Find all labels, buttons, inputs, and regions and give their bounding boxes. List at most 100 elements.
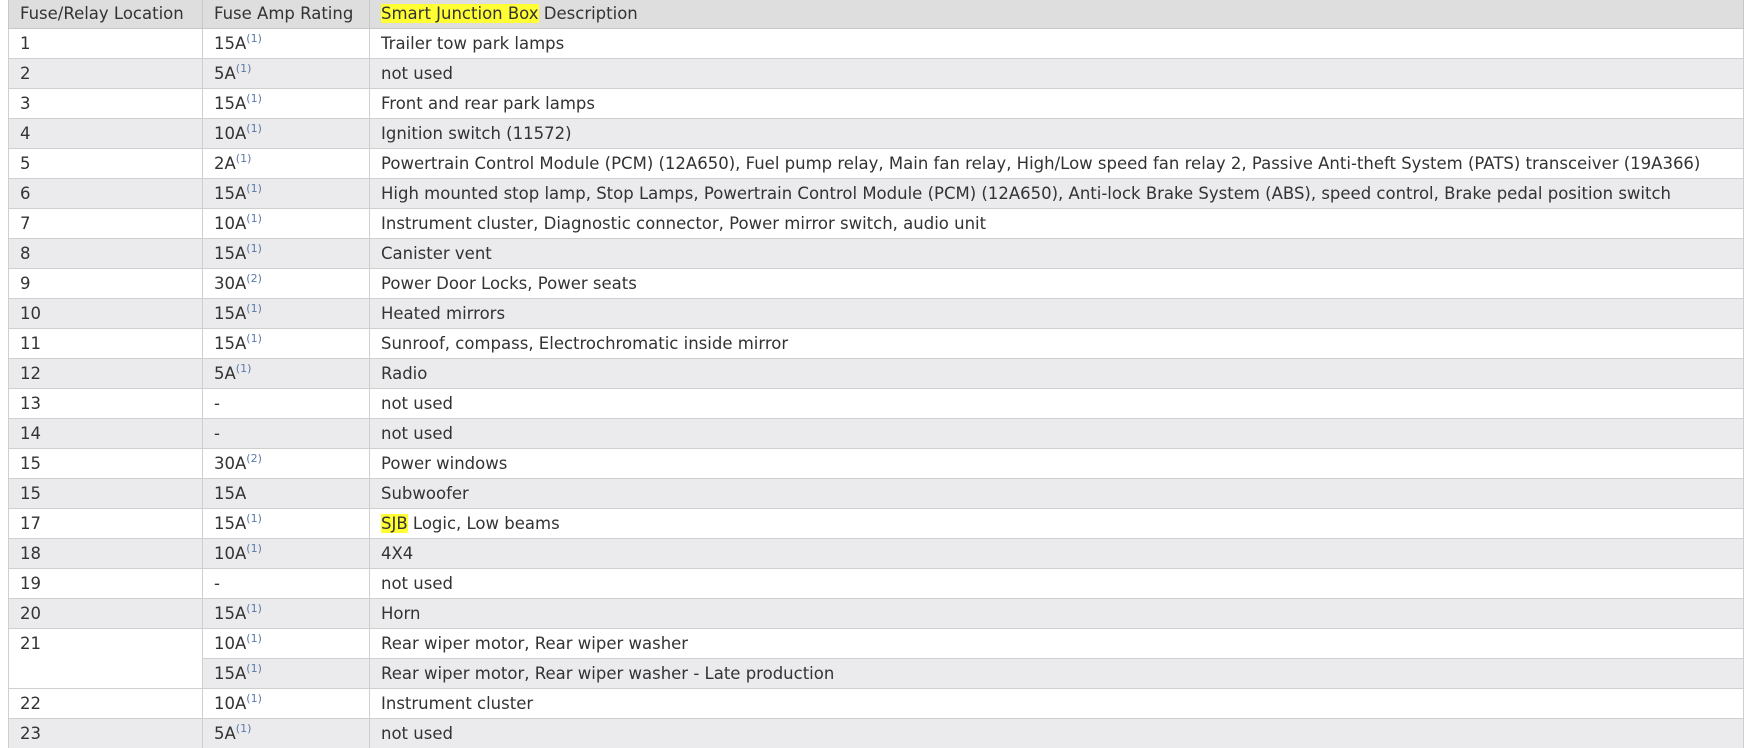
- table-row: 20 15A(1) Horn: [8, 598, 1744, 629]
- description-cell: Sunroof, compass, Electrochromatic insid…: [369, 328, 1744, 359]
- amp-cell: 5A(1): [202, 58, 370, 89]
- description-cell: Trailer tow park lamps: [369, 28, 1744, 59]
- description-cell: 4X4: [369, 538, 1744, 569]
- amp-cell: 2A(1): [202, 148, 370, 179]
- location-cell: 15: [8, 448, 203, 479]
- footnote-ref: (1): [246, 182, 262, 195]
- description-cell: Power Door Locks, Power seats: [369, 268, 1744, 299]
- fuse-table: Fuse/Relay Location Fuse Amp Rating Smar…: [8, 0, 1744, 748]
- description-cell: Canister vent: [369, 238, 1744, 269]
- footnote-ref: (1): [246, 212, 262, 225]
- amp-cell: 15A(1): [202, 238, 370, 269]
- table-row: 18 10A(1) 4X4: [8, 538, 1744, 569]
- location-cell: 12: [8, 358, 203, 389]
- header-amp-rating: Fuse Amp Rating: [202, 0, 370, 29]
- description-cell: not used: [369, 388, 1744, 419]
- table-row: 11 15A(1) Sunroof, compass, Electrochrom…: [8, 328, 1744, 359]
- table-row: 21 10A(1) Rear wiper motor, Rear wiper w…: [8, 628, 1744, 689]
- footnote-ref: (1): [246, 512, 262, 525]
- location-cell: 22: [8, 688, 203, 719]
- table-row: 3 15A(1) Front and rear park lamps: [8, 88, 1744, 119]
- table-row: 9 30A(2) Power Door Locks, Power seats: [8, 268, 1744, 299]
- footnote-ref: (2): [246, 452, 262, 465]
- table-row: 15 30A(2) Power windows: [8, 448, 1744, 479]
- table-row: 19 - not used: [8, 568, 1744, 599]
- description-cell: Front and rear park lamps: [369, 88, 1744, 119]
- amp-cell: 10A(1): [202, 208, 370, 239]
- footnote-ref: (1): [235, 152, 252, 165]
- search-highlight: Smart Junction Box: [381, 4, 539, 23]
- location-cell: 7: [8, 208, 203, 239]
- table-row: 15A(1) Rear wiper motor, Rear wiper wash…: [9, 658, 1744, 689]
- footnote-ref: (1): [246, 692, 262, 705]
- amp-cell: 5A(1): [202, 718, 370, 748]
- description-cell: not used: [369, 718, 1744, 748]
- amp-cell: 15A(1): [202, 28, 370, 59]
- location-cell: 10: [8, 298, 203, 329]
- description-cell: Instrument cluster, Diagnostic connector…: [369, 208, 1744, 239]
- table-row: 10 15A(1) Heated mirrors: [8, 298, 1744, 329]
- location-cell: 18: [8, 538, 203, 569]
- amp-cell: 5A(1): [202, 358, 370, 389]
- footnote-ref: (1): [246, 242, 262, 255]
- table-row: 7 10A(1) Instrument cluster, Diagnostic …: [8, 208, 1744, 239]
- table-row: 8 15A(1) Canister vent: [8, 238, 1744, 269]
- location-cell: 9: [8, 268, 203, 299]
- location-cell: 14: [8, 418, 203, 449]
- location-cell: 11: [8, 328, 203, 359]
- description-cell: not used: [369, 568, 1744, 599]
- amp-cell: 10A(1): [202, 688, 370, 719]
- description-cell: Ignition switch (11572): [369, 118, 1744, 149]
- location-cell: 4: [8, 118, 203, 149]
- footnote-ref: (1): [246, 602, 262, 615]
- description-cell: not used: [369, 58, 1744, 89]
- location-cell: 8: [8, 238, 203, 269]
- amp-cell: 10A(1): [202, 538, 370, 569]
- footnote-ref: (1): [235, 362, 252, 375]
- amp-cell: -: [202, 418, 370, 449]
- location-cell: 2: [8, 58, 203, 89]
- footnote-ref: (1): [246, 632, 262, 645]
- amp-cell: 15A(1): [202, 178, 370, 209]
- footnote-ref: (1): [246, 302, 262, 315]
- location-cell: 19: [8, 568, 203, 599]
- description-cell: Power windows: [369, 448, 1744, 479]
- location-cell: 20: [8, 598, 203, 629]
- footnote-ref: (2): [246, 272, 262, 285]
- table-row: 2 5A(1) not used: [8, 58, 1744, 89]
- table-row: 14 - not used: [8, 418, 1744, 449]
- description-cell: Heated mirrors: [369, 298, 1744, 329]
- footnote-ref: (1): [246, 122, 262, 135]
- location-cell: 3: [8, 88, 203, 119]
- table-row: 12 5A(1) Radio: [8, 358, 1744, 389]
- footnote-ref: (1): [246, 542, 262, 555]
- footnote-ref: (1): [246, 332, 262, 345]
- table-row: 4 10A(1) Ignition switch (11572): [8, 118, 1744, 149]
- amp-cell: 30A(2): [202, 448, 370, 479]
- description-cell: not used: [369, 418, 1744, 449]
- location-cell: 5: [8, 148, 203, 179]
- table-row: 15 15A Subwoofer: [8, 478, 1744, 509]
- description-cell: SJB Logic, Low beams: [369, 508, 1744, 539]
- table-row: 13 - not used: [8, 388, 1744, 419]
- location-cell: 23: [8, 718, 203, 748]
- description-cell: Radio: [369, 358, 1744, 389]
- description-cell: Horn: [369, 598, 1744, 629]
- amp-cell: 30A(2): [202, 268, 370, 299]
- table-row: 6 15A(1) High mounted stop lamp, Stop La…: [8, 178, 1744, 209]
- amp-cell: 15A(1): [202, 598, 370, 629]
- amp-cell: -: [202, 568, 370, 599]
- location-cell: 21: [8, 628, 203, 689]
- footnote-ref: (1): [235, 62, 252, 75]
- table-row: 1 15A(1) Trailer tow park lamps: [8, 28, 1744, 59]
- location-cell: 15: [8, 478, 203, 509]
- description-cell: High mounted stop lamp, Stop Lamps, Powe…: [369, 178, 1744, 209]
- table-row: 23 5A(1) not used: [8, 718, 1744, 748]
- header-location: Fuse/Relay Location: [8, 0, 203, 29]
- amp-cell: 15A(1): [202, 508, 370, 539]
- amp-cell: 15A: [202, 478, 370, 509]
- amp-cell: 10A(1): [202, 628, 370, 659]
- footnote-ref: (1): [246, 92, 262, 105]
- location-cell: 1: [8, 28, 203, 59]
- table-row: 17 15A(1) SJB Logic, Low beams: [8, 508, 1744, 539]
